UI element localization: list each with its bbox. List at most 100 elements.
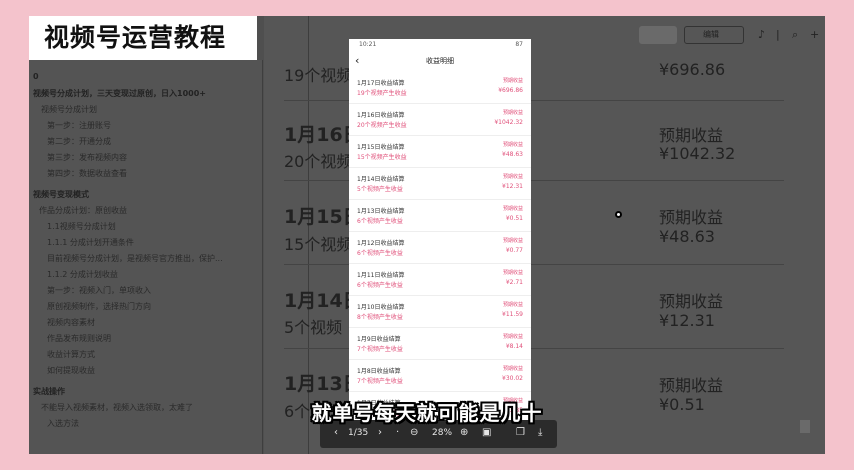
row-subtitle: 5个视频产生收益 [357,186,403,193]
divider-icon: | [776,28,780,41]
row-amount: ¥8.14 [505,343,523,350]
phone-nav-title: 收益明细 [426,57,454,65]
course-title-banner: 视频号运营教程 [29,16,257,60]
earning-row[interactable]: 1月14日收益结算 5个视频产生收益 预期收益 ¥12.31 [349,168,531,200]
phone-status-bar: 10:21 87 [349,39,531,51]
course-title: 视频号运营教程 [44,23,227,52]
earning-row[interactable]: 1月8日收益结算 7个视频产生收益 预期收益 ¥30.02 [349,360,531,392]
prev-page-icon[interactable]: ‹ [334,427,338,438]
row-amount: ¥2.71 [505,279,523,286]
row-subtitle: 7个视频产生收益 [357,346,403,353]
outline-item[interactable]: 视频号变现模式 [33,189,89,200]
mouse-cursor [615,211,622,218]
outline-item[interactable]: 第四步：数据收益查看 [47,168,127,179]
earning-row[interactable]: 1月11日收益结算 6个视频产生收益 预期收益 ¥2.71 [349,264,531,296]
outline-item[interactable]: 视频号分成计划 [41,104,97,115]
row-subtitle: 8个视频产生收益 [357,314,403,321]
outline-item[interactable]: 视频号分成计划，三天变现过原创，日入1000+ [33,88,259,99]
zoom-out-icon[interactable]: ⊖ [410,427,418,438]
dot-icon: · [396,427,400,438]
zoom-in-icon[interactable]: ⊕ [460,427,468,438]
row-amount: ¥30.02 [502,375,523,382]
earning-row[interactable]: 1月10日收益结算 8个视频产生收益 预期收益 ¥11.59 [349,296,531,328]
row-title: 1月8日收益结算 [357,368,401,375]
outline-item[interactable]: 0 [33,72,39,81]
outline-item[interactable]: 第一步：视频入门，单项收入 [47,285,151,296]
row-amount: ¥11.59 [502,311,523,318]
row-title: 1月17日收益结算 [357,80,405,87]
row-title: 1月13日收益结算 [357,208,405,215]
outline-item[interactable]: 视频内容素材 [47,317,95,328]
row-title: 1月16日收益结算 [357,112,405,119]
earning-row[interactable]: 1月9日收益结算 7个视频产生收益 预期收益 ¥8.14 [349,328,531,360]
outline-item[interactable]: 1.1.1 分成计划开通条件 [47,237,134,248]
row-subtitle: 6个视频产生收益 [357,218,403,225]
row-label: 预期收益 [502,142,523,148]
row-label: 预期收益 [502,302,523,308]
row-subtitle: 20个视频产生收益 [357,122,407,129]
bg-video-count: 19个视频 [284,66,353,85]
battery-icon: 87 [515,41,523,48]
fit-icon[interactable]: ▣ [482,427,491,438]
row-title: 1月12日收益结算 [357,240,405,247]
row-label: 预期收益 [502,174,523,180]
row-amount: ¥0.77 [505,247,523,254]
row-amount: ¥1042.32 [494,119,523,126]
outline-item[interactable]: 第一步：注册账号 [47,120,111,131]
bg-label: 预期收益 [659,292,724,311]
outline-item[interactable]: 收益计算方式 [47,349,95,360]
bg-amount: ¥48.63 [659,227,715,246]
outline-item[interactable]: 第三步：发布视频内容 [47,152,127,163]
bell-icon[interactable]: ♪ [758,28,765,41]
bg-video-count: 20个视频 [284,152,353,171]
row-title: 1月14日收益结算 [357,176,405,183]
earning-row[interactable]: 1月17日收益结算 19个视频产生收益 预期收益 ¥696.86 [349,72,531,104]
add-icon[interactable]: + [810,28,819,41]
row-subtitle: 6个视频产生收益 [357,250,403,257]
search-icon[interactable]: ⌕ [792,28,798,42]
copy-icon[interactable]: ❐ [516,427,525,438]
row-label: 预期收益 [502,78,523,84]
outline-item[interactable]: 原创视频制作，选择热门方向 [47,301,151,312]
bg-label: 预期收益 [659,208,724,227]
video-subtitle: 就单号每天就可能是几十 [311,401,543,425]
row-amount: ¥0.51 [505,215,523,222]
row-amount: ¥12.31 [502,183,523,190]
outline-item[interactable]: 目前视频号分成计划，是视频号官方推出，保护... [47,253,259,264]
earning-row[interactable]: 1月13日收益结算 6个视频产生收益 预期收益 ¥0.51 [349,200,531,232]
row-subtitle: 19个视频产生收益 [357,90,407,97]
bg-amount: ¥12.31 [659,311,715,330]
document-outline: 0 视频号分成计划，三天变现过原创，日入1000+ 视频号分成计划 第一步：注册… [29,60,263,454]
earning-row[interactable]: 1月15日收益结算 15个视频产生收益 预期收益 ¥48.63 [349,136,531,168]
edit-label: 编辑 [703,30,719,39]
outline-item[interactable]: 1.1视频号分成计划 [47,221,116,232]
earning-row[interactable]: 1月16日收益结算 20个视频产生收益 预期收益 ¥1042.32 [349,104,531,136]
page-indicator: 1/35 [348,428,369,438]
row-label: 预期收益 [502,110,523,116]
bg-video-count: 15个视频 [284,235,353,254]
outline-item[interactable]: 如何提现收益 [47,365,95,376]
outline-item[interactable]: 作品分成计划：原创收益 [39,205,127,216]
edit-button[interactable]: 编辑 [684,26,744,44]
row-label: 预期收益 [502,270,523,276]
bg-amount: ¥696.86 [659,60,726,79]
row-label: 预期收益 [502,366,523,372]
next-page-icon[interactable]: › [378,427,382,438]
row-subtitle: 7个视频产生收益 [357,378,403,385]
row-label: 预期收益 [502,238,523,244]
row-title: 1月15日收益结算 [357,144,405,151]
row-amount: ¥48.63 [502,151,523,158]
status-time: 10:21 [359,41,377,48]
outline-item[interactable]: 实战操作 [33,386,65,397]
outline-item[interactable]: 作品发布规则说明 [47,333,111,344]
row-label: 预期收益 [502,206,523,212]
phone-nav-bar: ‹ 收益明细 [349,52,531,70]
outline-item[interactable]: 1.1.2 分成计划收益 [47,269,118,280]
toolbar-button[interactable] [639,26,677,44]
row-title: 1月9日收益结算 [357,336,401,343]
row-amount: ¥696.86 [498,87,523,94]
download-icon[interactable]: ⤓ [538,427,542,438]
earning-row[interactable]: 1月12日收益结算 6个视频产生收益 预期收益 ¥0.77 [349,232,531,264]
row-subtitle: 6个视频产生收益 [357,282,403,289]
outline-item[interactable]: 第二步：开通分成 [47,136,111,147]
